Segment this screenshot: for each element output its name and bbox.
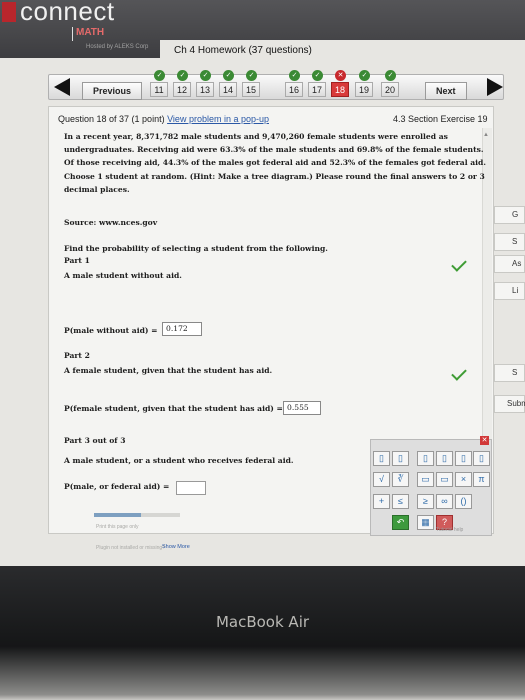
question-number[interactable]: 17: [308, 82, 326, 97]
part1-text: A male student without aid.: [64, 271, 182, 280]
log-key[interactable]: ▭: [417, 472, 434, 487]
times-key[interactable]: ×: [455, 472, 472, 487]
parentheses-key[interactable]: (): [455, 494, 472, 509]
brand-name: connect: [20, 0, 115, 26]
question-number[interactable]: 11: [150, 82, 168, 97]
infinity-key[interactable]: ∞: [436, 494, 453, 509]
sqrt-key[interactable]: √: [373, 472, 390, 487]
side-tab[interactable]: As: [494, 255, 525, 273]
log-base-key[interactable]: ▭: [436, 472, 453, 487]
question-header: Question 18 of 37 (1 point) View problem…: [58, 114, 269, 124]
answered-check-icon: ✓: [177, 70, 188, 81]
subscript-key[interactable]: ▯: [417, 451, 434, 466]
matrix-key[interactable]: ▯: [436, 451, 453, 466]
answered-check-icon: ✓: [154, 70, 165, 81]
side-tab[interactable]: S: [494, 233, 525, 251]
answered-check-icon: ✓: [289, 70, 300, 81]
question-number[interactable]: 16: [285, 82, 303, 97]
question-number[interactable]: 20: [381, 82, 399, 97]
answered-check-icon: ✓: [200, 70, 211, 81]
question-number[interactable]: 15: [242, 82, 260, 97]
close-icon[interactable]: ✕: [480, 436, 489, 445]
part3-label: P(male, or federal aid) =: [64, 482, 170, 491]
box-key[interactable]: ▯: [473, 451, 490, 466]
mcgraw-hill-logo: [2, 2, 16, 22]
plugin-text: Plugin not installed or missing?: [96, 545, 165, 551]
answered-check-icon: ✓: [246, 70, 257, 81]
progress-fill: [94, 513, 142, 517]
incorrect-x-icon: ✕: [335, 70, 346, 81]
side-tab[interactable]: Li: [494, 282, 525, 300]
device-label: MacBook Air: [215, 613, 310, 631]
part2-title: Part 2: [64, 351, 90, 360]
answered-check-icon: ✓: [312, 70, 323, 81]
print-link[interactable]: Print this page only: [96, 524, 139, 530]
side-tab[interactable]: G: [494, 206, 525, 224]
popup-link[interactable]: View problem in a pop-up: [167, 114, 269, 124]
answered-check-icon: ✓: [359, 70, 370, 81]
bracket-key[interactable]: ▯: [455, 451, 472, 466]
undo-key[interactable]: ↶: [392, 515, 409, 530]
part3-answer-field[interactable]: [176, 481, 206, 495]
show-more-link[interactable]: Show More: [162, 544, 190, 550]
laptop-bezel: [0, 566, 525, 700]
next-button[interactable]: Next: [425, 82, 467, 100]
question-number[interactable]: 12: [173, 82, 191, 97]
superscript-key[interactable]: ▯: [392, 451, 409, 466]
question-number[interactable]: 13: [196, 82, 214, 97]
section-label: 4.3 Section Exercise 19: [393, 114, 488, 124]
answered-check-icon: ✓: [223, 70, 234, 81]
progress-bar: [94, 513, 180, 517]
next-arrow-icon[interactable]: [487, 78, 503, 96]
submit-tab[interactable]: Subm: [494, 395, 525, 413]
part3-text: A male student, or a student who receive…: [64, 456, 294, 465]
tutorial-help-link[interactable]: Tutorial help: [436, 527, 463, 533]
nth-root-key[interactable]: ∛: [392, 472, 409, 487]
question-text: In a recent year, 8,371,782 male student…: [64, 132, 487, 194]
plus-minus-key[interactable]: +: [373, 494, 390, 509]
pi-key[interactable]: π: [473, 472, 490, 487]
greater-equal-key[interactable]: ≥: [417, 494, 434, 509]
previous-button[interactable]: Previous: [82, 82, 143, 100]
part1-title: Part 1: [64, 256, 90, 265]
trash-key[interactable]: ▦: [417, 515, 434, 530]
part1-answer-field[interactable]: 0.172: [162, 322, 202, 336]
screen: connect MATH Hosted by ALEKS Corp Ch 4 H…: [0, 0, 525, 566]
side-tab[interactable]: S: [494, 364, 525, 382]
question-number[interactable]: 14: [219, 82, 237, 97]
part2-answer-field[interactable]: 0.555: [283, 401, 321, 415]
less-equal-key[interactable]: ≤: [392, 494, 409, 509]
part1-label: P(male without aid) =: [64, 326, 158, 335]
previous-arrow-icon[interactable]: [54, 78, 70, 96]
brand-divider: [72, 27, 73, 41]
question-number-current[interactable]: 18: [331, 82, 349, 97]
fraction-key[interactable]: ▯: [373, 451, 390, 466]
answered-check-icon: ✓: [385, 70, 396, 81]
part2-label: P(female student, given that the student…: [64, 404, 283, 413]
instruction-text: Find the probability of selecting a stud…: [64, 244, 328, 253]
question-counter: Question 18 of 37 (1 point): [58, 114, 165, 124]
source-text: Source: www.nces.gov: [64, 218, 158, 227]
question-number[interactable]: 19: [355, 82, 373, 97]
part3-title: Part 3 out of 3: [64, 436, 126, 445]
powered-by: Hosted by ALEKS Corp: [86, 44, 149, 50]
product-name: MATH: [76, 27, 105, 38]
assignment-title: Ch 4 Homework (37 questions): [174, 44, 312, 57]
part2-text: A female student, given that the student…: [64, 366, 273, 375]
